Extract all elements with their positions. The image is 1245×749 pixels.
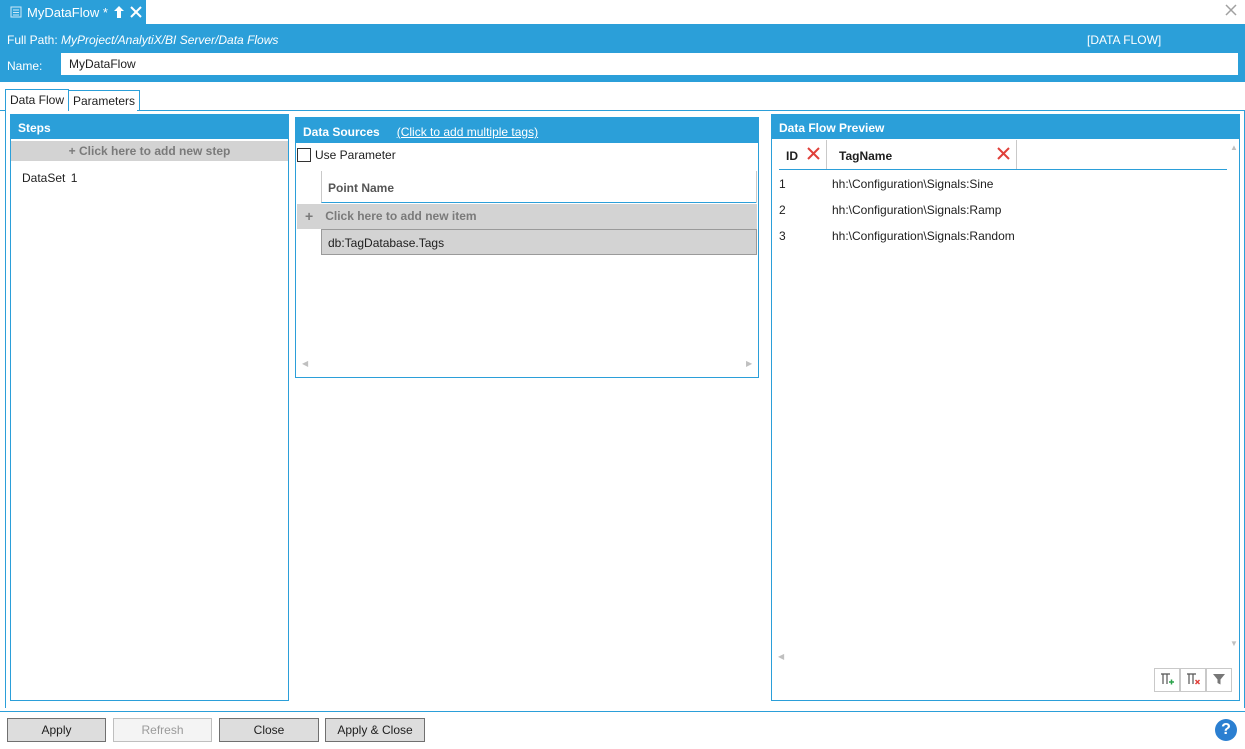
close-button[interactable]: Close: [219, 718, 319, 742]
use-parameter-box[interactable]: [297, 148, 311, 162]
pin-icon[interactable]: [113, 5, 125, 19]
scroll-right-icon[interactable]: ▶: [746, 359, 752, 368]
data-sources-title: Data Sources: [303, 125, 380, 139]
add-item-label: Click here to add new item: [325, 209, 477, 223]
step-item-dataset[interactable]: DataSet 1: [11, 161, 288, 185]
scroll-down-icon[interactable]: ▼: [1230, 639, 1238, 648]
item-type-tag: [DATA FLOW]: [1087, 33, 1162, 47]
row-tagname: hh:\Configuration\Signals:Random: [832, 229, 1015, 243]
preview-row[interactable]: 3 hh:\Configuration\Signals:Random: [779, 229, 1015, 255]
add-new-item-row[interactable]: + Click here to add new item: [297, 204, 757, 229]
document-tab[interactable]: MyDataFlow *: [0, 0, 146, 24]
document-tab-title: MyDataFlow *: [27, 4, 108, 20]
full-path-value: MyProject/AnalytiX/BI Server/Data Flows: [61, 33, 279, 47]
step-label: DataSet: [22, 171, 66, 185]
scroll-up-icon[interactable]: ▲: [1230, 143, 1238, 152]
editor-header: Full Path: MyProject/AnalytiX/BI Server/…: [0, 24, 1245, 82]
tab-close-icon[interactable]: [130, 6, 142, 18]
filter-button[interactable]: [1206, 668, 1232, 692]
step-count: 1: [70, 171, 78, 185]
tagname-column-header[interactable]: TagName: [839, 140, 892, 169]
row-tagname: hh:\Configuration\Signals:Ramp: [832, 203, 1002, 217]
plus-icon: +: [305, 208, 314, 224]
help-icon[interactable]: ?: [1215, 719, 1237, 741]
column-chooser-button[interactable]: [1154, 668, 1180, 692]
name-input[interactable]: [61, 53, 1238, 75]
tab-parameters[interactable]: Parameters: [68, 90, 141, 111]
filter-icon: [1212, 672, 1226, 689]
dataflow-doc-icon: [10, 6, 22, 18]
apply-button[interactable]: Apply: [7, 718, 106, 742]
use-parameter-checkbox[interactable]: Use Parameter: [297, 148, 396, 162]
steps-title: Steps: [11, 115, 288, 139]
preview-row[interactable]: 2 hh:\Configuration\Signals:Ramp: [779, 203, 1001, 229]
id-column-header[interactable]: ID: [786, 140, 798, 169]
row-tagname: hh:\Configuration\Signals:Sine: [832, 177, 994, 191]
row-id: 1: [779, 177, 786, 191]
add-multiple-tags-link[interactable]: (Click to add multiple tags): [397, 125, 538, 143]
point-name-column-header[interactable]: Point Name: [321, 171, 757, 203]
scroll-left-icon[interactable]: ◀: [302, 359, 308, 368]
tab-data-flow[interactable]: Data Flow: [5, 89, 70, 111]
row-id: 3: [779, 229, 786, 243]
remove-id-column-icon[interactable]: [806, 146, 821, 164]
clear-columns-icon: [1185, 671, 1201, 690]
data-source-row[interactable]: db:TagDatabase.Tags: [321, 229, 757, 255]
row-id: 2: [779, 203, 786, 217]
footer-divider: [0, 711, 1245, 712]
add-step-button[interactable]: + Click here to add new step: [11, 141, 288, 161]
clear-columns-button[interactable]: [1180, 668, 1206, 692]
column-chooser-icon: [1159, 671, 1175, 690]
preview-title: Data Flow Preview: [772, 115, 1239, 139]
refresh-button[interactable]: Refresh: [113, 718, 212, 742]
column-divider: [756, 171, 757, 203]
window-close-icon[interactable]: [1225, 4, 1239, 18]
data-sources-header: Data Sources (Click to add multiple tags…: [296, 118, 758, 143]
name-label: Name:: [7, 59, 43, 73]
preview-scroll-left-icon[interactable]: ◀: [778, 652, 784, 661]
use-parameter-label: Use Parameter: [315, 148, 396, 162]
remove-tagname-column-icon[interactable]: [996, 146, 1011, 164]
document-tab-strip: [0, 0, 1245, 24]
apply-close-button[interactable]: Apply & Close: [325, 718, 425, 742]
preview-row[interactable]: 1 hh:\Configuration\Signals:Sine: [779, 177, 993, 203]
column-separator: [826, 140, 827, 169]
column-separator: [1016, 140, 1017, 169]
full-path-label: Full Path:: [7, 33, 58, 47]
steps-panel: Steps + Click here to add new step DataS…: [10, 114, 289, 701]
